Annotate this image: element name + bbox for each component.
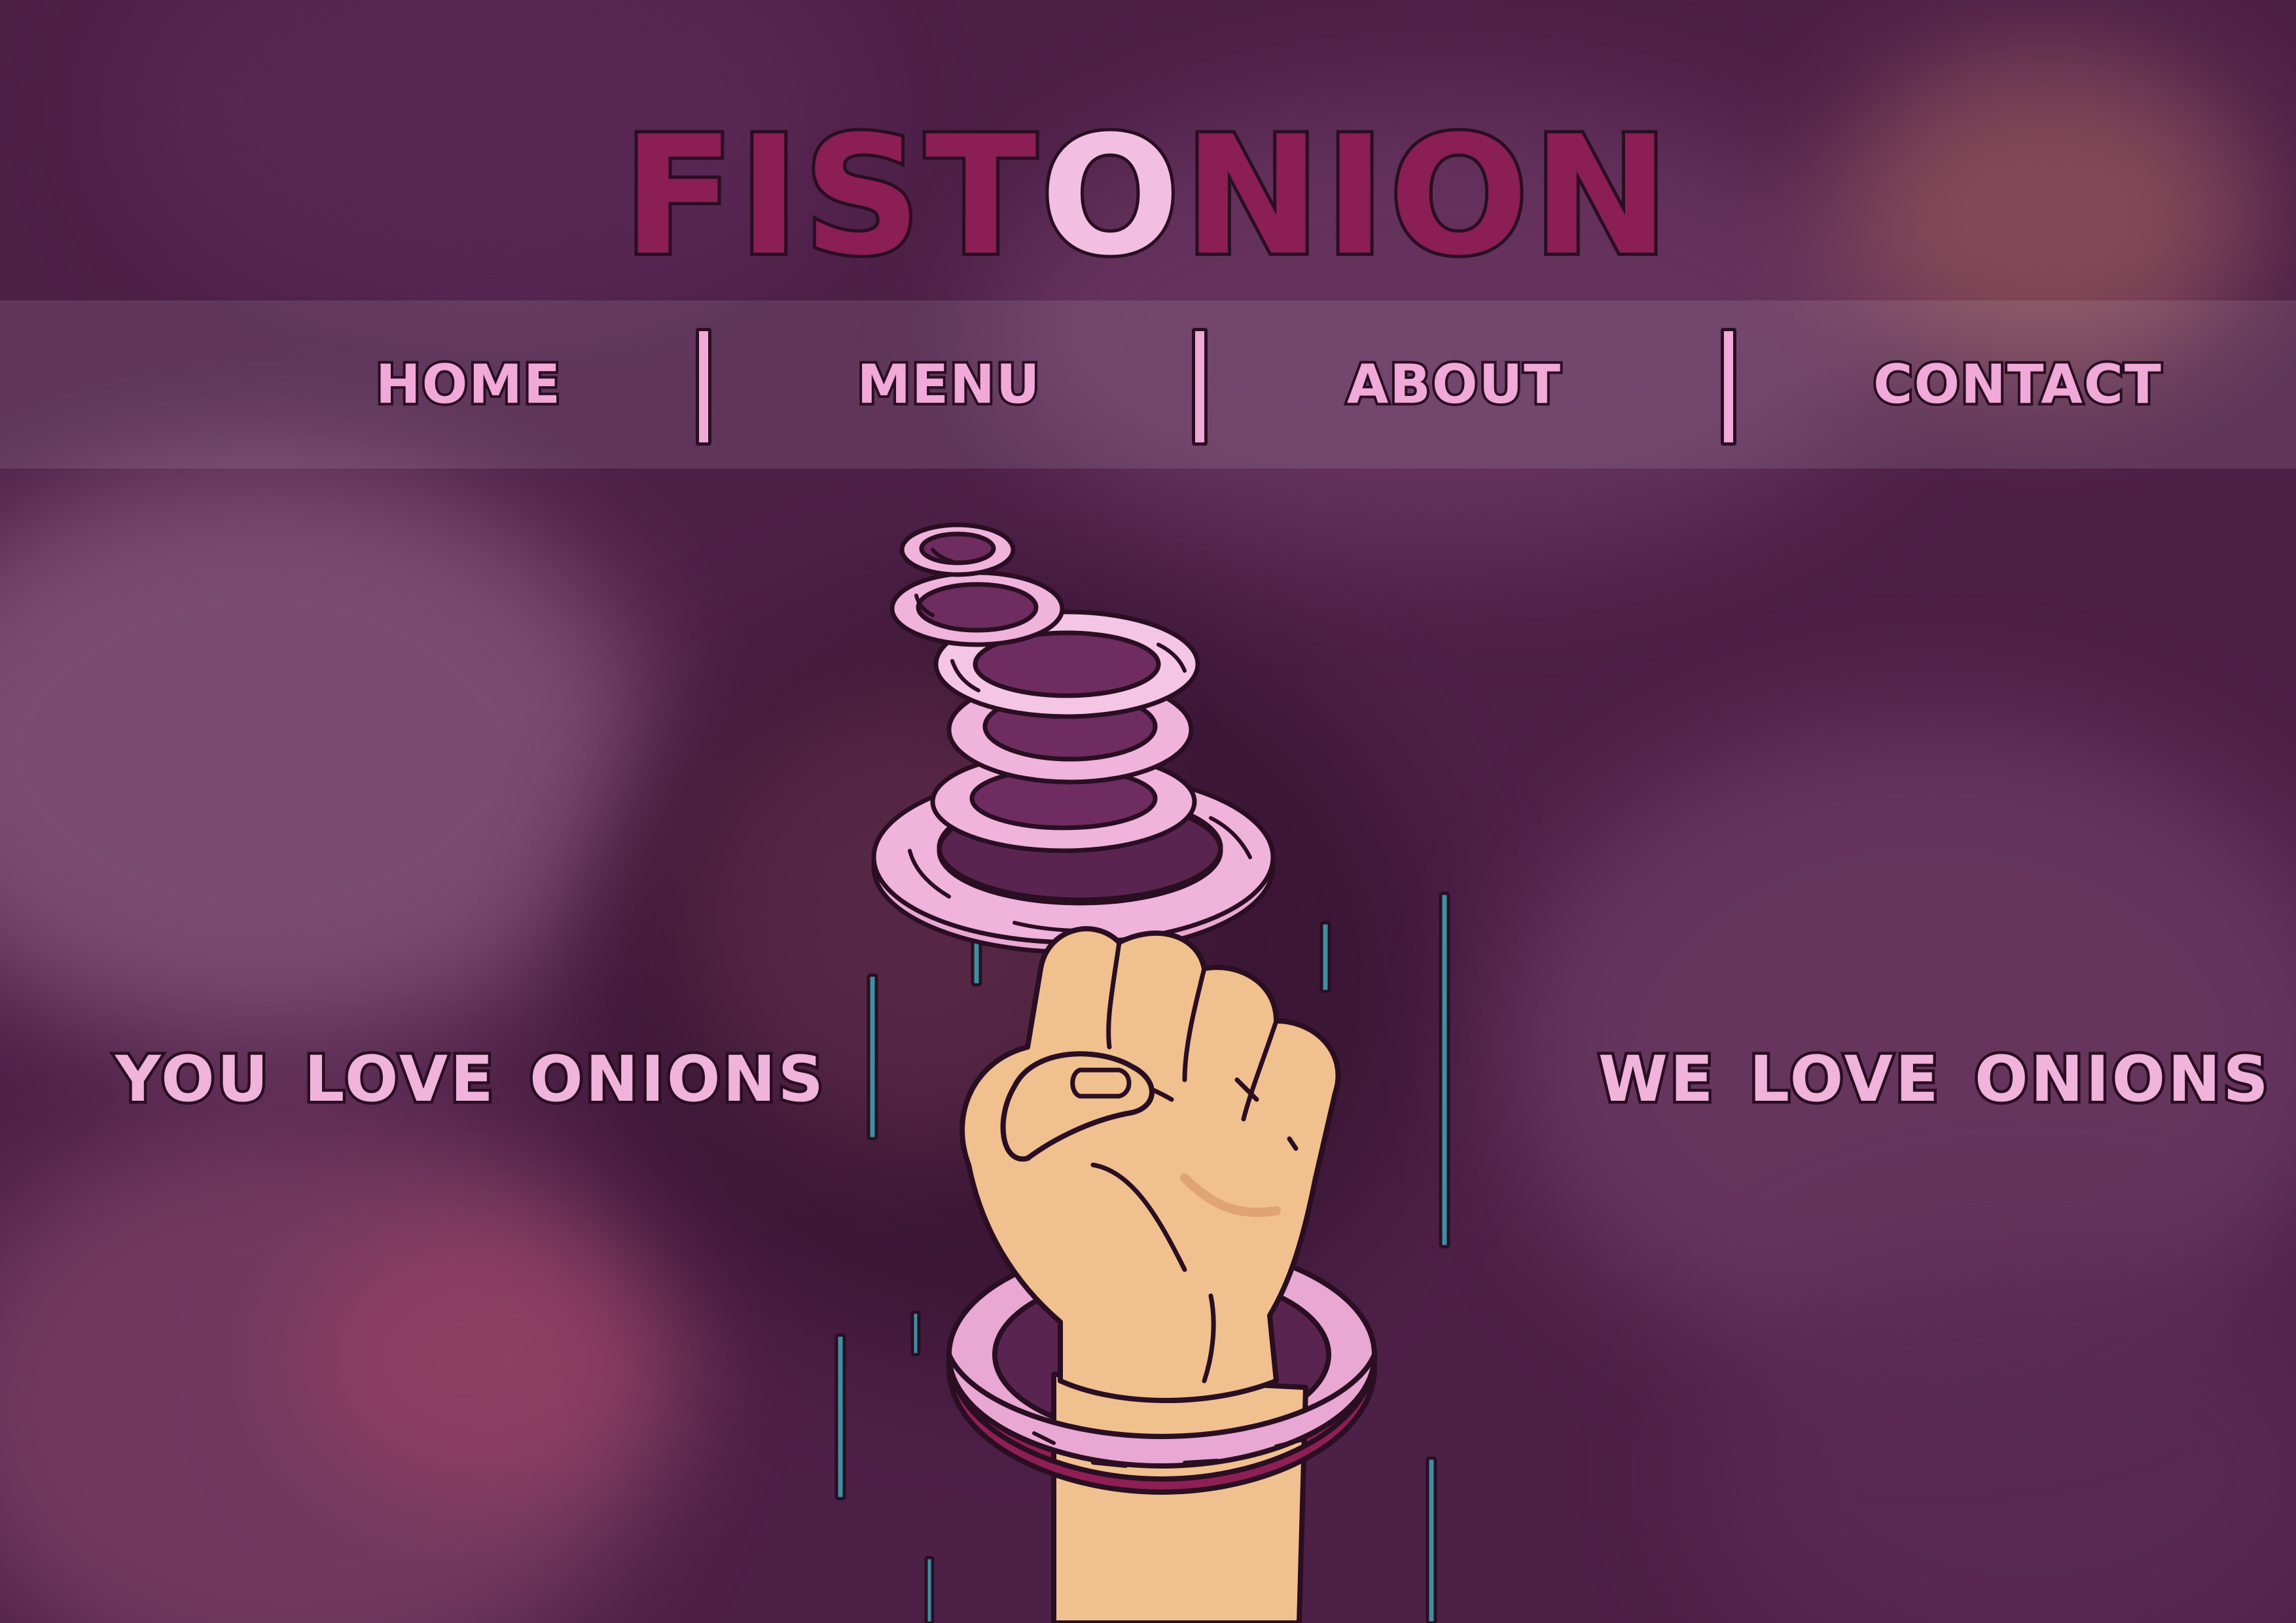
site-logo[interactable]: FISTONION <box>0 101 2296 291</box>
nav-divider <box>696 328 711 446</box>
fist-thumbnail <box>1070 1067 1132 1099</box>
onion-ring-stack <box>871 522 1276 955</box>
speed-line <box>1319 921 1331 993</box>
main-navigation: HOME MENU ABOUT CONTACT <box>0 300 2296 469</box>
speed-line <box>1439 891 1450 1249</box>
fist-forearm <box>1051 1372 1308 1623</box>
speed-line <box>834 1333 846 1501</box>
nav-item-menu[interactable]: MENU <box>855 351 1043 418</box>
nav-divider <box>1192 328 1208 446</box>
onion-ring-small-2 <box>889 570 1065 647</box>
nav-item-contact[interactable]: CONTACT <box>1871 351 2164 418</box>
logo-onion-ring-letter: O <box>1037 101 1184 291</box>
nav-divider <box>1721 328 1736 446</box>
speed-line <box>924 1556 935 1623</box>
speed-line <box>867 973 878 1141</box>
nav-item-home[interactable]: HOME <box>373 351 563 418</box>
speed-line <box>910 1310 921 1357</box>
speed-line <box>1426 1456 1437 1623</box>
logo-text-nion: NION <box>1180 101 1674 291</box>
nav-item-about[interactable]: ABOUT <box>1344 351 1563 418</box>
fist-with-onion-rings-illustration <box>834 522 1450 1623</box>
onion-ring-small-1 <box>899 522 1016 577</box>
logo-text-fist: FIST <box>620 101 1041 291</box>
tagline-you-love-onions: YOU LOVE ONIONS <box>113 1040 827 1119</box>
tagline-we-love-onions: WE LOVE ONIONS <box>1596 1040 2272 1119</box>
